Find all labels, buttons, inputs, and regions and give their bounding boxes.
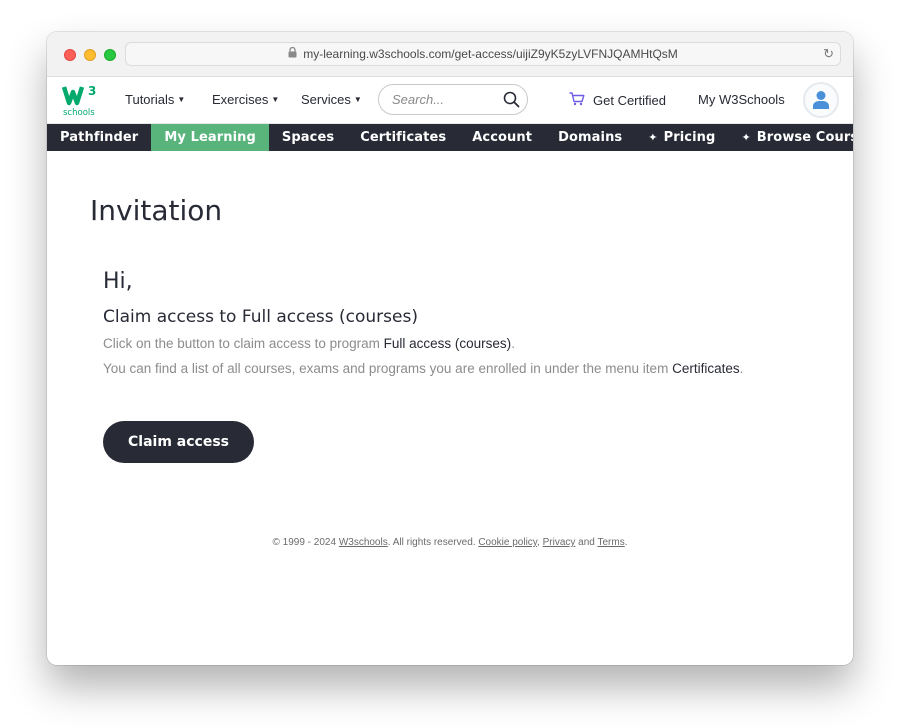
lock-icon: [288, 46, 297, 61]
enrollment-note: You can find a list of all courses, exam…: [103, 361, 743, 376]
sub-navigation: Pathfinder My Learning Spaces Certificat…: [47, 124, 853, 151]
note-period: .: [739, 361, 744, 376]
subnav-spaces-label: Spaces: [281, 130, 335, 145]
my-w3schools-link[interactable]: My W3Schools: [698, 92, 785, 107]
subnav-pricing-label: Pricing: [663, 130, 716, 145]
claim-access-button[interactable]: Claim access: [103, 421, 254, 463]
address-bar[interactable]: my-learning.w3schools.com/get-access/uij…: [125, 42, 841, 66]
w3schools-logo[interactable]: 3 schools: [61, 83, 98, 119]
subnav-pathfinder-label: Pathfinder: [60, 130, 139, 145]
logo-superscript: 3: [88, 84, 96, 98]
rights-text: . All rights reserved.: [387, 537, 479, 548]
copyright-text: © 1999 - 2024: [272, 537, 339, 548]
search-placeholder: Search...: [392, 92, 445, 107]
exercises-menu[interactable]: Exercises ▼: [212, 92, 279, 107]
subnav-pricing[interactable]: ✦ Pricing: [635, 124, 728, 151]
subnav-domains[interactable]: Domains: [545, 124, 635, 151]
search-icon[interactable]: [503, 91, 520, 111]
program-name: Full access (courses): [383, 336, 512, 351]
caret-down-icon: ▼: [271, 95, 280, 104]
tutorials-menu[interactable]: Tutorials ▼: [125, 92, 185, 107]
footer-period: .: [624, 537, 628, 548]
search-input[interactable]: Search...: [378, 84, 528, 115]
services-label: Services: [301, 92, 351, 107]
chevron-right-icon[interactable]: ›: [835, 129, 839, 144]
cookie-policy-link[interactable]: Cookie policy: [478, 537, 537, 548]
reload-icon[interactable]: ↻: [823, 46, 834, 62]
get-certified-link[interactable]: Get Certified: [569, 92, 666, 109]
window-controls: [64, 49, 116, 61]
sparkle-icon: ✦: [741, 131, 751, 144]
user-avatar[interactable]: [803, 82, 839, 118]
tutorials-label: Tutorials: [125, 92, 175, 107]
subnav-pathfinder[interactable]: Pathfinder: [47, 124, 151, 151]
subnav-account-label: Account: [472, 130, 533, 145]
subnav-spaces[interactable]: Spaces: [269, 124, 347, 151]
instruction-text: Click on the button to claim access to p…: [103, 336, 384, 351]
claim-instruction: Click on the button to claim access to p…: [103, 336, 515, 351]
privacy-link[interactable]: Privacy: [543, 537, 576, 548]
subnav-my-learning[interactable]: My Learning: [151, 124, 269, 151]
services-menu[interactable]: Services ▼: [301, 92, 362, 107]
exercises-label: Exercises: [212, 92, 269, 107]
footer: © 1999 - 2024 W3schools. All rights rese…: [47, 537, 853, 548]
subnav-certificates-label: Certificates: [360, 130, 447, 145]
caret-down-icon: ▼: [353, 95, 362, 104]
close-window-button[interactable]: [64, 49, 76, 61]
user-icon: [813, 91, 829, 109]
terms-link[interactable]: Terms: [597, 537, 624, 548]
greeting: Hi,: [103, 269, 133, 294]
note-text: You can find a list of all courses, exam…: [103, 361, 673, 376]
subnav-domains-label: Domains: [558, 130, 623, 145]
subnav-certificates[interactable]: Certificates: [347, 124, 459, 151]
certificates-menu-reference: Certificates: [672, 361, 740, 376]
url-text: my-learning.w3schools.com/get-access/uij…: [303, 47, 678, 61]
and-text: and: [575, 537, 598, 548]
subnav-account[interactable]: Account: [459, 124, 545, 151]
instruction-period: .: [511, 336, 515, 351]
logo-text: schools: [63, 108, 95, 118]
top-navigation: 3 schools Tutorials ▼ Exercises ▼ Servic…: [47, 77, 853, 124]
zoom-window-button[interactable]: [104, 49, 116, 61]
subnav-my-learning-label: My Learning: [164, 130, 256, 145]
w3schools-link[interactable]: W3schools: [339, 537, 388, 548]
my-w3schools-label: My W3Schools: [698, 92, 785, 107]
get-certified-label: Get Certified: [593, 93, 666, 108]
browser-window: my-learning.w3schools.com/get-access/uij…: [47, 32, 853, 665]
claim-heading: Claim access to Full access (courses): [103, 307, 418, 327]
sparkle-icon: ✦: [648, 131, 658, 144]
cart-icon: [569, 92, 585, 109]
browser-titlebar: my-learning.w3schools.com/get-access/uij…: [47, 32, 853, 77]
page-title: Invitation: [90, 194, 223, 227]
minimize-window-button[interactable]: [84, 49, 96, 61]
caret-down-icon: ▼: [177, 95, 186, 104]
